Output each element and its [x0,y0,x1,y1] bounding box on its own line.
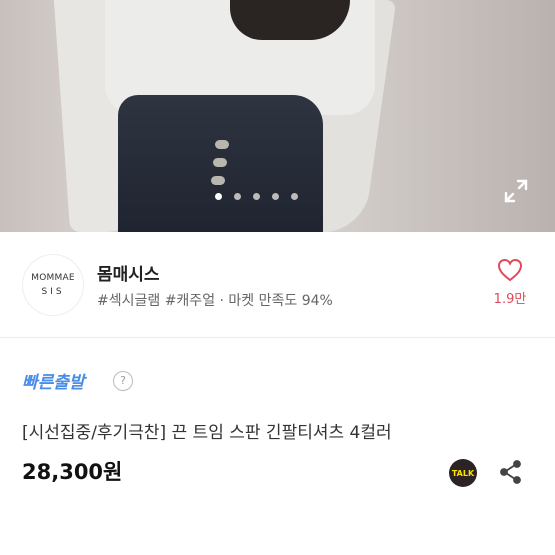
image-button-detail [211,176,225,185]
heart-icon [497,258,523,282]
product-image[interactable] [0,0,555,232]
gallery-dot[interactable] [234,193,241,200]
shop-info[interactable]: MOMMAE SIS 몸매시스 #섹시글램 #캐주얼 · 마켓 만족도 94% … [0,232,555,338]
like-count: 1.9만 [493,292,527,307]
fast-shipping-label: 빠른출발 [22,373,85,393]
product-info: 빠른출발 ? [시선집중/후기극찬] 끈 트임 스판 긴팔티셔츠 4컬러 28,… [0,338,555,555]
talk-label: TALK [451,468,475,478]
gallery-dot[interactable] [215,193,222,200]
shop-tags: #섹시글램 #캐주얼 · 마켓 만족도 94% [97,293,333,309]
gallery-dot[interactable] [291,193,298,200]
share-icon[interactable] [498,459,524,485]
gallery-dot[interactable] [272,193,279,200]
logo-text: SIS [41,287,65,297]
gallery-dot[interactable] [253,193,260,200]
product-title: [시선집중/후기극찬] 끈 트임 스판 긴팔티셔츠 4컬러 [22,423,392,443]
product-price: 28,300원 [22,460,123,484]
shop-logo[interactable]: MOMMAE SIS [22,254,84,316]
expand-icon[interactable] [503,178,529,204]
image-button-detail [213,158,227,167]
kakao-talk-icon[interactable]: TALK [449,459,477,487]
gallery-pagination [215,193,298,200]
image-button-detail [215,140,229,149]
help-icon[interactable]: ? [113,371,133,391]
logo-text: MOMMAE [31,273,75,283]
shop-name[interactable]: 몸매시스 [97,260,160,285]
like-button[interactable]: 1.9만 [485,258,535,307]
